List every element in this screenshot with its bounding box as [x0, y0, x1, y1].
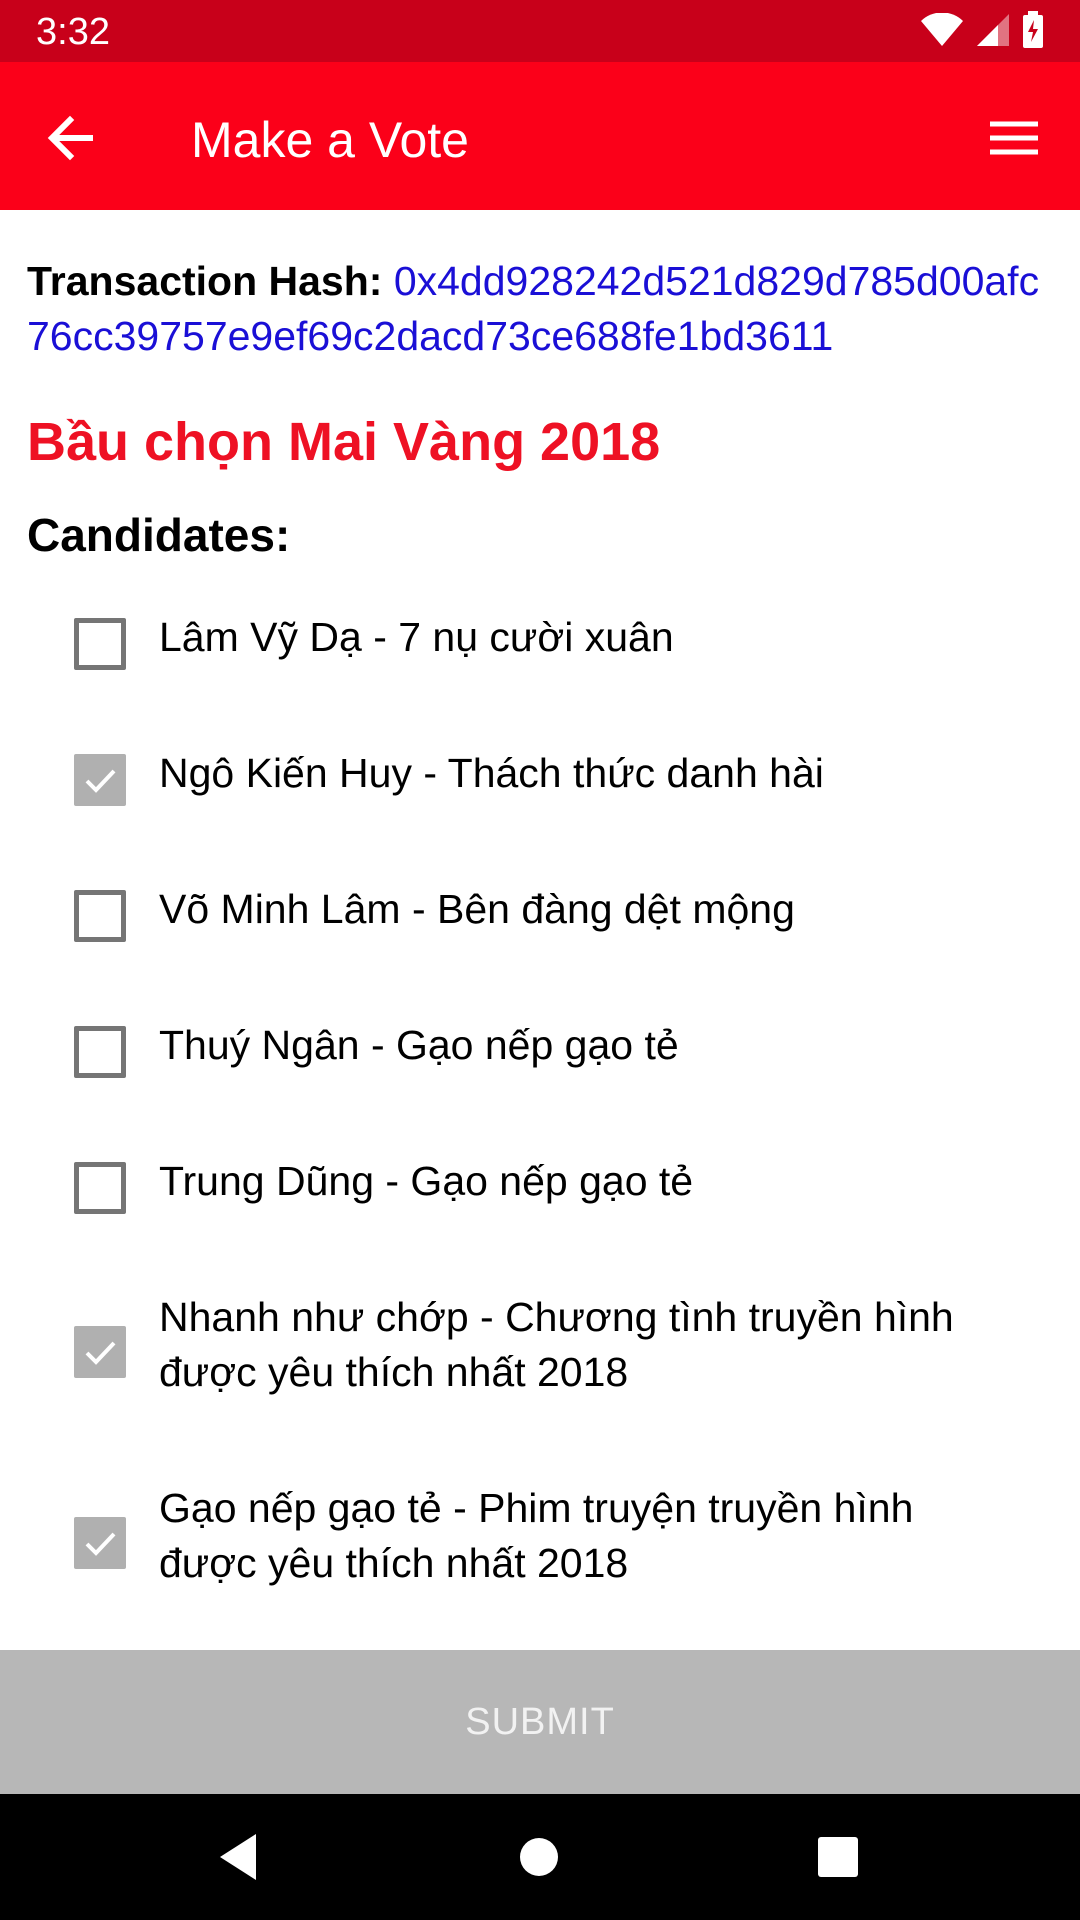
candidate-label: Ngô Kiến Huy - Thách thức danh hài [159, 750, 824, 796]
transaction-hash: Transaction Hash: 0x4dd928242d521d829d78… [27, 254, 1057, 364]
candidate-label: Trung Dũng - Gạo nếp gạo tẻ [159, 1158, 694, 1204]
candidate-checkbox[interactable] [74, 1162, 126, 1214]
candidate-checkbox[interactable] [74, 1326, 126, 1378]
home-circle-icon [506, 1838, 572, 1894]
candidate-label: Nhanh như chớp - Chương tình truyền hình… [159, 1294, 954, 1395]
candidate-checkbox[interactable] [74, 1517, 126, 1569]
status-bar: 3:32 [0, 0, 1080, 62]
candidate-checkbox[interactable] [74, 754, 126, 806]
wifi-icon [920, 11, 964, 52]
system-nav-bar [0, 1794, 1080, 1920]
page-title: Make a Vote [191, 112, 469, 168]
signal-icon [976, 13, 1010, 52]
nav-recents-button[interactable] [805, 1824, 871, 1890]
checkmark-icon [74, 1532, 126, 1573]
candidate-checkbox[interactable] [74, 890, 126, 942]
submit-button[interactable]: SUBMIT [0, 1650, 1080, 1794]
recents-square-icon [805, 1837, 871, 1894]
nav-home-button[interactable] [506, 1824, 572, 1890]
back-triangle-icon [206, 1834, 272, 1894]
poll-title: Bầu chọn Mai Vàng 2018 [27, 412, 661, 472]
nav-back-button[interactable] [206, 1824, 272, 1890]
arrow-left-icon [34, 115, 106, 178]
status-time: 3:32 [36, 11, 110, 53]
checkmark-icon [74, 1341, 126, 1382]
back-button[interactable] [34, 102, 106, 174]
menu-button[interactable] [978, 102, 1050, 174]
candidate-label: Thuý Ngân - Gạo nếp gạo tẻ [159, 1022, 679, 1068]
candidate-checkbox[interactable] [74, 1026, 126, 1078]
transaction-hash-label: Transaction Hash: [27, 258, 394, 304]
candidates-heading: Candidates: [27, 509, 291, 561]
checkmark-icon [74, 769, 126, 810]
candidate-label: Lâm Vỹ Dạ - 7 nụ cười xuân [159, 614, 674, 660]
status-icons [920, 10, 1044, 54]
app-bar: Make a Vote [0, 62, 1080, 210]
battery-charging-icon [1022, 10, 1044, 54]
candidate-checkbox[interactable] [74, 618, 126, 670]
candidate-label: Võ Minh Lâm - Bên đàng dệt mộng [159, 886, 795, 932]
candidate-label: Gạo nếp gạo tẻ - Phim truyện truyền hình… [159, 1485, 914, 1586]
hamburger-menu-icon [978, 121, 1050, 178]
